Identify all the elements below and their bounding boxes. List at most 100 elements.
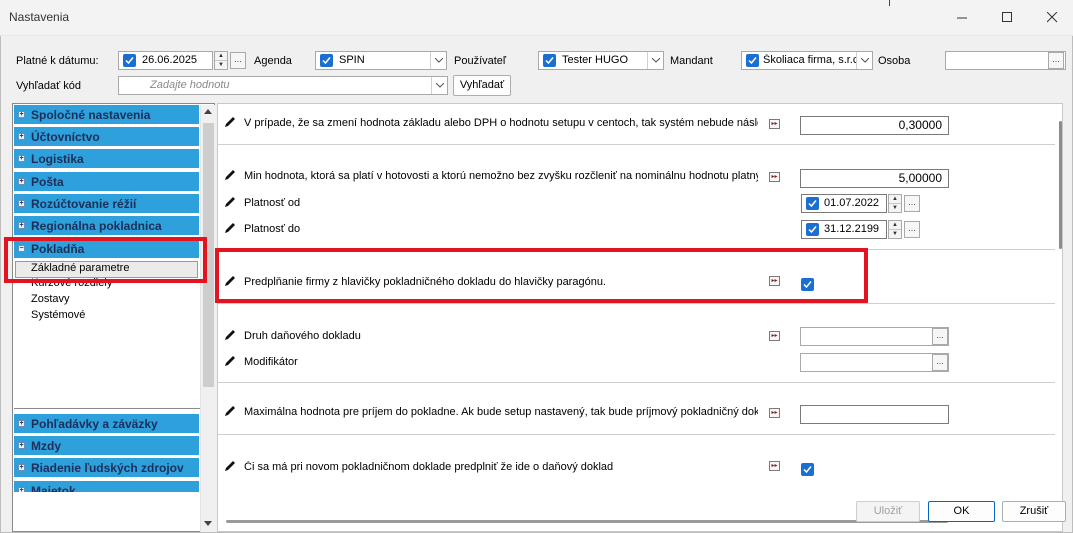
setting-action-button[interactable]: ▸▸ — [769, 408, 780, 418]
modifier-field[interactable] — [800, 353, 949, 372]
vertical-scrollbar[interactable] — [1057, 104, 1063, 532]
spin-up-icon[interactable]: ▲ — [889, 195, 901, 203]
subitem-system[interactable]: Systémové — [31, 309, 85, 321]
valid-to-field[interactable]: 31.12.2199 — [801, 220, 887, 239]
expand-icon[interactable]: + — [18, 487, 25, 492]
setting-text: V prípade, že sa zmení hodnota základu a… — [244, 117, 758, 129]
category-item[interactable]: + Logistika — [14, 149, 199, 169]
date-spinner[interactable]: ▲ ▼ — [888, 220, 902, 239]
category-item[interactable]: + Pošta — [14, 172, 199, 192]
modifier-picker[interactable]: ... — [932, 354, 948, 371]
category-item[interactable]: + Pohľadávky a záväzky — [14, 414, 199, 434]
window-title: Nastavenia — [9, 10, 70, 24]
tax-doc-type-picker[interactable]: ... — [932, 328, 948, 345]
scroll-down-icon[interactable] — [204, 521, 212, 526]
save-button[interactable]: Uložiť — [856, 501, 920, 522]
maximize-icon[interactable] — [985, 0, 1029, 34]
divider — [218, 382, 1055, 383]
setting-action-button[interactable]: ▸▸ — [769, 331, 780, 341]
search-input[interactable]: Zadajte hodnotu — [118, 76, 448, 95]
setting-text: Modifikátor — [244, 356, 298, 368]
cancel-button[interactable]: Zrušiť — [1002, 501, 1066, 522]
spin-up-icon[interactable]: ▲ — [889, 221, 901, 229]
mandant-select[interactable]: Školiaca firma, s.r.c — [741, 51, 873, 70]
pencil-icon[interactable] — [223, 328, 237, 342]
spin-down-icon[interactable]: ▼ — [889, 203, 901, 211]
close-icon[interactable] — [1030, 0, 1073, 34]
expand-icon[interactable]: + — [18, 178, 25, 185]
category-item[interactable]: + Rozúčtovanie réžií — [14, 194, 199, 214]
pencil-icon[interactable] — [223, 168, 237, 182]
pencil-icon[interactable] — [223, 221, 237, 235]
valid-from-field[interactable]: 01.07.2022 — [801, 194, 887, 213]
expand-icon[interactable]: + — [18, 222, 25, 229]
category-item[interactable]: + Mzdy — [14, 436, 199, 456]
chevron-down-icon[interactable] — [647, 52, 663, 69]
spin-down-icon[interactable]: ▼ — [889, 229, 901, 237]
category-label: Pošta — [31, 175, 64, 189]
chevron-down-icon[interactable] — [856, 52, 872, 69]
tax-doc-type-field[interactable] — [800, 327, 949, 346]
setting-text: Maximálna hodnota pre príjem do pokladne… — [244, 406, 758, 418]
category-label: Spoločné nastavenia — [31, 108, 151, 122]
expand-icon[interactable]: + — [18, 133, 25, 140]
scrollbar-thumb[interactable] — [1059, 121, 1062, 249]
subitem-reports[interactable]: Zostavy — [31, 293, 70, 305]
ok-button[interactable]: OK — [928, 501, 995, 522]
agenda-checkbox[interactable] — [320, 54, 333, 67]
osoba-picker-button[interactable]: ... — [1048, 52, 1064, 69]
scroll-up-icon[interactable] — [204, 109, 212, 114]
sidebar-scrollbar[interactable] — [200, 105, 215, 532]
category-item[interactable]: + Účtovníctvo — [14, 127, 199, 147]
category-item[interactable]: + Riadenie ľudských zdrojov — [14, 458, 199, 478]
highlight-box — [215, 248, 868, 303]
setting-value-field[interactable]: 5,00000 — [800, 169, 949, 188]
date-picker-button[interactable]: ... — [230, 52, 246, 69]
mandant-checkbox[interactable] — [746, 54, 759, 67]
date-checkbox[interactable] — [123, 54, 136, 67]
chevron-down-icon[interactable] — [430, 52, 446, 69]
spin-up-icon[interactable]: ▲ — [215, 52, 227, 60]
date-field[interactable]: 26.06.2025 — [118, 51, 213, 70]
category-label: Účtovníctvo — [31, 130, 100, 144]
horizontal-scrollbar[interactable] — [226, 520, 948, 523]
date-spinner[interactable]: ▲ ▼ — [888, 194, 902, 213]
expand-icon[interactable]: + — [18, 155, 25, 162]
user-checkbox[interactable] — [543, 54, 556, 67]
date-picker-button[interactable]: ... — [904, 195, 920, 212]
spin-down-icon[interactable]: ▼ — [215, 60, 227, 68]
pencil-icon[interactable] — [223, 195, 237, 209]
expand-icon[interactable]: + — [18, 420, 25, 427]
setting-action-button[interactable]: ▸▸ — [769, 119, 780, 129]
setting-action-button[interactable]: ▸▸ — [769, 172, 780, 182]
user-select[interactable]: Tester HUGO — [538, 51, 664, 70]
date-picker-button[interactable]: ... — [904, 221, 920, 238]
category-item[interactable]: + Majetok — [14, 481, 199, 493]
chevron-down-icon[interactable] — [431, 77, 447, 94]
expand-icon[interactable]: + — [18, 464, 25, 471]
pencil-icon[interactable] — [223, 404, 237, 418]
agenda-select[interactable]: SPIN — [315, 51, 447, 70]
category-item[interactable]: + Spoločné nastavenia — [14, 105, 199, 125]
minimize-icon[interactable] — [940, 0, 984, 34]
pencil-icon[interactable] — [223, 354, 237, 368]
category-item[interactable]: + Regionálna pokladnica — [14, 216, 199, 236]
setting-text: Min hodnota, ktorá sa platí v hotovosti … — [244, 170, 758, 182]
expand-icon[interactable]: + — [18, 442, 25, 449]
search-button[interactable]: Vyhľadať — [453, 75, 511, 96]
category-label: Logistika — [31, 152, 84, 166]
pencil-icon[interactable] — [223, 459, 237, 473]
date-spinner[interactable]: ▲ ▼ — [214, 51, 228, 70]
category-label: Majetok — [31, 484, 76, 493]
tax-doc-checkbox[interactable] — [801, 463, 814, 476]
pencil-icon[interactable] — [223, 115, 237, 129]
agenda-label: Agenda — [254, 55, 292, 67]
setting-value-field[interactable]: 0,30000 — [800, 116, 949, 135]
setting-action-button[interactable]: ▸▸ — [769, 461, 780, 471]
divider — [218, 303, 1055, 304]
valid-to-checkbox[interactable] — [806, 223, 819, 236]
max-income-field[interactable] — [800, 405, 949, 424]
expand-icon[interactable]: + — [18, 200, 25, 207]
expand-icon[interactable]: + — [18, 111, 25, 118]
valid-from-checkbox[interactable] — [806, 197, 819, 210]
